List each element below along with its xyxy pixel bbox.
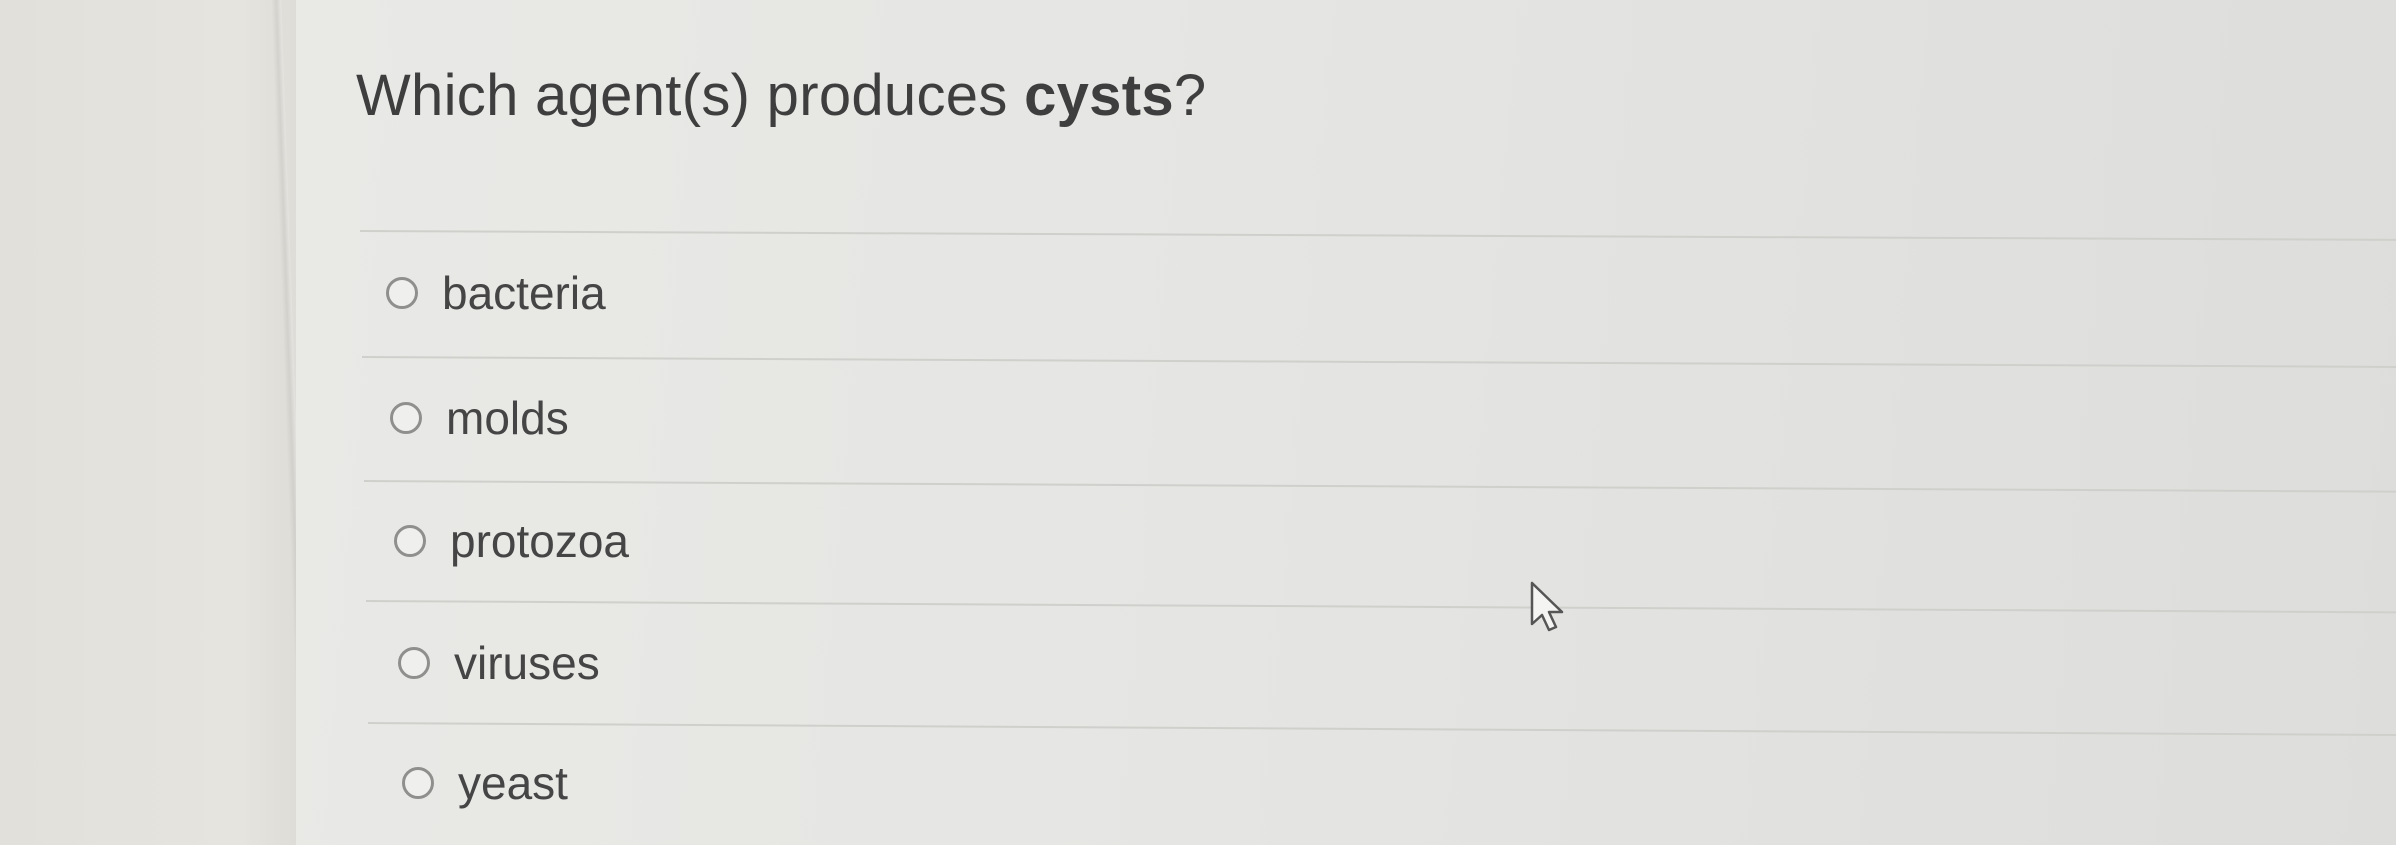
question-suffix: ? [1173,63,1207,128]
radio-button[interactable] [390,402,422,434]
question-emphasis: cysts [1024,63,1174,128]
radio-button[interactable] [402,767,434,799]
radio-button[interactable] [394,525,426,557]
question-prefix: Which agent(s) produces [356,63,1025,128]
left-margin [0,0,300,845]
radio-button[interactable] [386,277,418,309]
option-label: bacteria [442,267,606,319]
question-text: Which agent(s) produces cysts? [356,62,1206,129]
option-yeast[interactable]: yeast [402,756,568,810]
radio-button[interactable] [398,647,430,679]
option-viruses[interactable]: viruses [398,636,600,690]
option-label: molds [446,392,569,444]
option-molds[interactable]: molds [390,391,569,445]
option-label: viruses [454,637,600,689]
arrow-pointer-icon [1528,580,1572,641]
screen: Which agent(s) produces cysts? bacteria … [0,0,2396,845]
option-label: protozoa [450,515,630,567]
option-bacteria[interactable]: bacteria [386,266,606,320]
option-label: yeast [458,757,568,809]
option-protozoa[interactable]: protozoa [394,514,629,568]
